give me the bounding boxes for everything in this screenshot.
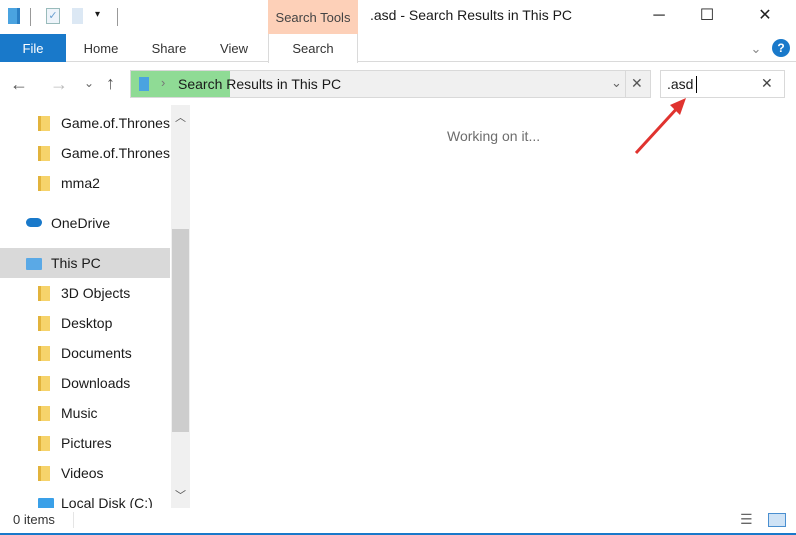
- nav-item-label: Game.of.Thrones: [61, 145, 170, 161]
- explorer-icon: [8, 8, 20, 24]
- search-results-icon: [139, 77, 149, 91]
- scrollbar-thumb[interactable]: [172, 229, 189, 432]
- address-bar[interactable]: › Search Results in This PC ⌄ ✕: [130, 70, 651, 98]
- nav-item-label: Videos: [61, 465, 104, 481]
- folder-icon: [38, 146, 50, 161]
- nav-item[interactable]: 3D Objects: [0, 278, 170, 308]
- nav-item[interactable]: Videos: [0, 458, 170, 488]
- nav-item-label: Local Disk (C:): [61, 495, 153, 508]
- nav-item-label: Music: [61, 405, 98, 421]
- nav-item-label: OneDrive: [51, 215, 111, 231]
- folder-icon: [38, 176, 50, 191]
- desktop-icon: [38, 316, 50, 331]
- tab-file[interactable]: File: [0, 34, 66, 62]
- nav-item[interactable]: Documents: [0, 338, 170, 368]
- back-button[interactable]: ←: [10, 74, 28, 95]
- text-cursor: [696, 76, 697, 93]
- stop-search-button[interactable]: ✕: [631, 75, 643, 92]
- nav-item-label: 3D Objects: [61, 285, 131, 301]
- clear-search-button[interactable]: ✕: [761, 75, 773, 92]
- nav-item[interactable]: mma2: [0, 168, 170, 198]
- close-button[interactable]: ✕: [742, 0, 788, 32]
- 3d-objects-icon: [38, 286, 50, 301]
- recent-locations-button[interactable]: ⌄: [84, 76, 94, 90]
- working-message: Working on it...: [447, 128, 541, 144]
- address-path[interactable]: Search Results in This PC: [178, 76, 341, 92]
- red-arrow-annotation: [634, 98, 686, 155]
- tab-search[interactable]: Search: [268, 34, 358, 63]
- separator: [30, 8, 31, 26]
- details-view-button[interactable]: ☰: [740, 511, 753, 528]
- nav-item[interactable]: OneDrive: [0, 208, 170, 238]
- up-button[interactable]: ↑: [106, 73, 115, 94]
- nav-item-label: Game.of.Thrones: [61, 115, 170, 131]
- nav-item-label: Desktop: [61, 315, 113, 331]
- tab-share[interactable]: Share: [146, 34, 192, 62]
- search-input[interactable]: .asd ✕: [660, 70, 785, 98]
- nav-item[interactable]: Downloads: [0, 368, 170, 398]
- nav-item[interactable]: Music: [0, 398, 170, 428]
- breadcrumb-chevron-icon[interactable]: ›: [161, 75, 165, 90]
- expand-ribbon-icon[interactable]: ⌄: [748, 34, 764, 62]
- separator: [73, 512, 74, 528]
- scroll-down-icon[interactable]: ﹀: [175, 487, 186, 503]
- nav-item[interactable]: Game.of.Thrones: [0, 108, 170, 138]
- search-tools-label: Search Tools: [268, 0, 358, 34]
- nav-item-label: Documents: [61, 345, 132, 361]
- customize-quick-access-icon[interactable]: ▾: [95, 9, 100, 20]
- tab-home[interactable]: Home: [76, 34, 126, 62]
- nav-item[interactable]: This PC: [0, 248, 170, 278]
- nav-item-label: mma2: [61, 175, 100, 191]
- properties-icon[interactable]: ✓: [46, 8, 60, 24]
- music-icon: [38, 406, 50, 421]
- ribbon-tabs: File Home Share View Search ⌄ ?: [0, 34, 796, 63]
- new-folder-icon[interactable]: [72, 8, 83, 24]
- nav-item[interactable]: Game.of.Thrones: [0, 138, 170, 168]
- window-title: .asd - Search Results in This PC: [370, 7, 573, 23]
- minimize-button[interactable]: ─: [636, 0, 682, 32]
- navigation-pane: Game.of.Thrones Game.of.Thrones mma2 OneDri…: [0, 105, 170, 508]
- nav-item-label: This PC: [51, 255, 101, 271]
- nav-item[interactable]: Desktop: [0, 308, 170, 338]
- drive-icon: [38, 498, 54, 508]
- scroll-up-icon[interactable]: ︿: [175, 109, 186, 125]
- title-bar: ✓ ▾ Search Tools .asd - Search Results i…: [0, 0, 796, 34]
- large-icons-view-button[interactable]: [768, 513, 786, 527]
- nav-item[interactable]: Pictures: [0, 428, 170, 458]
- status-bar: 0 items ☰: [0, 508, 796, 533]
- nav-item[interactable]: Local Disk (C:): [0, 488, 170, 508]
- separator: [625, 71, 626, 97]
- address-dropdown-icon[interactable]: ⌄: [611, 75, 622, 91]
- downloads-icon: [38, 376, 50, 391]
- help-icon[interactable]: ?: [772, 39, 790, 57]
- maximize-button[interactable]: ☐: [684, 0, 730, 32]
- videos-icon: [38, 466, 50, 481]
- separator: [117, 8, 118, 26]
- tab-view[interactable]: View: [214, 34, 254, 62]
- cloud-icon: [26, 218, 42, 227]
- search-value: .asd: [667, 76, 694, 92]
- folder-icon: [38, 116, 50, 131]
- forward-button[interactable]: →: [50, 74, 68, 95]
- nav-item-label: Pictures: [61, 435, 112, 451]
- nav-item-label: Downloads: [61, 375, 131, 391]
- computer-icon: [26, 258, 42, 270]
- item-count: 0 items: [13, 512, 55, 527]
- documents-icon: [38, 346, 50, 361]
- pictures-icon: [38, 436, 50, 451]
